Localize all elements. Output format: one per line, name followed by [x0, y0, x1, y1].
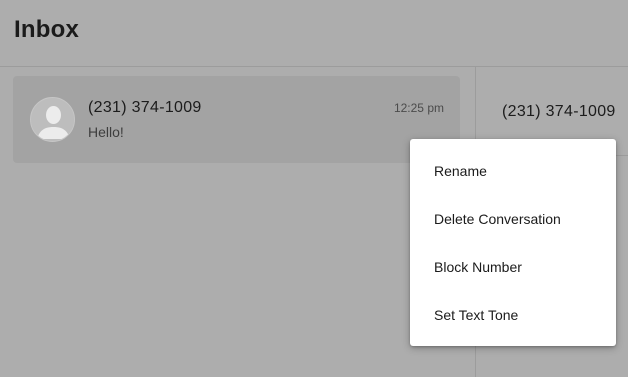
- menu-item-set-text-tone[interactable]: Set Text Tone: [410, 291, 616, 339]
- detail-contact-name: (231) 374-1009: [502, 103, 616, 120]
- menu-item-block-number[interactable]: Block Number: [410, 243, 616, 291]
- person-icon: [30, 97, 75, 142]
- page-title: Inbox: [14, 16, 79, 43]
- menu-item-delete-conversation[interactable]: Delete Conversation: [410, 195, 616, 243]
- conversation-timestamp: 12:25 pm: [393, 101, 444, 115]
- conversation-list: (231) 374-1009 Hello! 12:25 pm: [0, 67, 476, 377]
- menu-item-rename[interactable]: Rename: [410, 147, 616, 195]
- context-menu: Rename Delete Conversation Block Number …: [410, 139, 616, 346]
- conversation-preview: Hello!: [88, 124, 124, 140]
- app-header: Inbox: [0, 0, 628, 67]
- conversation-list-item[interactable]: (231) 374-1009 Hello! 12:25 pm: [13, 76, 460, 163]
- conversation-name: (231) 374-1009: [88, 99, 202, 116]
